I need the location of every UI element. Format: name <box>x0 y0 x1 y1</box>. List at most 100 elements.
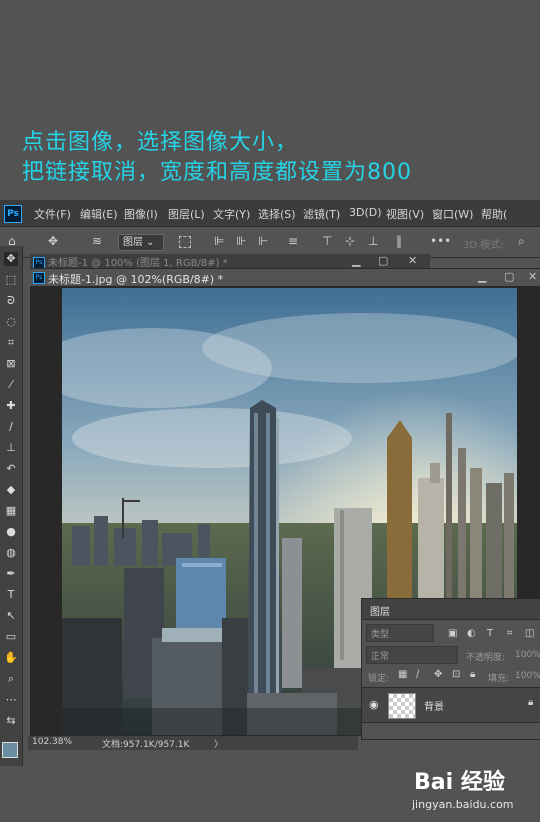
more-icon[interactable]: ••• <box>430 234 451 248</box>
minimize-icon[interactable]: ▁ <box>478 270 486 283</box>
type-tool-icon[interactable]: T <box>4 588 18 602</box>
healing-brush-tool-icon[interactable]: ✚ <box>4 399 18 413</box>
caption-line-2: 把链接取消，宽度和高度都设置为800 <box>22 160 412 185</box>
lock-image-icon[interactable]: ∕ <box>416 669 419 680</box>
visibility-eye-icon[interactable]: ◉ <box>369 698 379 711</box>
fill-label: 填充: <box>488 674 510 684</box>
distribute-icon[interactable]: ≡ <box>288 234 298 248</box>
align-center-icon[interactable]: ⊪ <box>236 234 246 248</box>
edit-toolbar-icon[interactable]: ⋯ <box>4 693 18 707</box>
brush-tool-icon[interactable]: ∕ <box>4 420 18 434</box>
lock-artboard-icon[interactable]: ⊡ <box>452 669 460 680</box>
search-icon[interactable]: ⌕ <box>518 234 525 249</box>
menu-window[interactable]: 窗口(W) <box>432 206 473 222</box>
move-icon[interactable]: ✥ <box>48 234 58 248</box>
quick-select-tool-icon[interactable]: ◌ <box>4 315 18 329</box>
blend-mode-value: 正常 <box>371 652 390 662</box>
menu-type[interactable]: 文字(Y) <box>213 206 250 222</box>
image-filter-icon[interactable]: ▣ <box>448 628 457 639</box>
opacity-label: 不透明度: <box>466 653 506 663</box>
clone-stamp-tool-icon[interactable]: ⊥ <box>4 441 18 455</box>
tools-panel: ✥ ⬚ ᘐ ◌ ⌗ ⊠ ⁄ ✚ ∕ ⊥ ↶ ◆ ▦ ● ◍ ✒ T ↖ ▭ ✋ … <box>0 246 23 766</box>
baidu-jingyan-watermark: Bai 经验 jingyan.baidu.com <box>412 764 530 816</box>
type-filter-icon[interactable]: T <box>487 628 493 639</box>
lock-transparent-icon[interactable]: ▦ <box>398 669 407 680</box>
maximize-icon[interactable]: ▢ <box>378 254 388 267</box>
layer-stack-icon: ≋ <box>92 234 103 248</box>
swap-colors-icon[interactable]: ⇆ <box>4 714 18 728</box>
blur-tool-icon[interactable]: ● <box>4 525 18 539</box>
menu-edit[interactable]: 编辑(E) <box>80 206 118 222</box>
adjustment-filter-icon[interactable]: ◐ <box>467 628 476 639</box>
status-arrow-icon[interactable]: 〉 <box>214 737 223 750</box>
tab-untitled-1-jpg[interactable]: Ps 未标题-1.jpg @ 102%(RGB/8#) * ▁ ▢ ✕ <box>30 268 540 287</box>
align-middle-icon[interactable]: ⊹ <box>345 234 355 248</box>
doc-ps-icon: Ps <box>33 272 45 284</box>
shape-filter-icon[interactable]: ⌗ <box>507 628 513 639</box>
distribute-vertical-icon[interactable]: ‖ <box>396 234 402 248</box>
app-logo: Ps <box>4 205 22 223</box>
3d-mode-label: 3D 模式: <box>463 240 504 251</box>
layer-name: 背景 <box>424 702 444 713</box>
align-right-icon[interactable]: ⊩ <box>258 234 268 248</box>
marquee-tool-icon[interactable]: ⬚ <box>4 273 18 287</box>
zoom-readout[interactable]: 102.38% <box>32 737 72 747</box>
move-tool-icon[interactable]: ✥ <box>4 252 18 266</box>
align-bottom-icon[interactable]: ⊥ <box>368 234 378 248</box>
lock-position-icon[interactable]: ✥ <box>434 669 442 680</box>
layers-panel: 图层 类型 ▣ ◐ T ⌗ ◫ 正常 不透明度: 100% 锁定: ▦ ∕ ✥ … <box>361 598 540 740</box>
watermark-logo: Bai 经验 <box>414 770 505 795</box>
caption: 点击图像，选择图像大小， 把链接取消，宽度和高度都设置为800 <box>22 128 412 188</box>
menu-3d[interactable]: 3D(D) <box>349 206 382 219</box>
status-bar: 102.38% 文档:957.1K/957.1K 〉 <box>28 736 358 750</box>
menu-filter[interactable]: 滤镜(T) <box>303 206 340 222</box>
zoom-tool-icon[interactable]: ⌕ <box>4 672 18 686</box>
frame-tool-icon[interactable]: ⊠ <box>4 357 18 371</box>
fill-value[interactable]: 100% <box>515 671 540 681</box>
close-icon[interactable]: ✕ <box>528 270 537 283</box>
dodge-tool-icon[interactable]: ◍ <box>4 546 18 560</box>
document-size: 文档:957.1K/957.1K <box>102 740 190 750</box>
opacity-value[interactable]: 100% <box>515 650 540 660</box>
lasso-tool-icon[interactable]: ᘐ <box>4 294 18 308</box>
menu-view[interactable]: 视图(V) <box>386 206 424 222</box>
layers-panel-header: 图层 <box>362 599 540 620</box>
eraser-tool-icon[interactable]: ◆ <box>4 483 18 497</box>
foreground-color-swatch[interactable] <box>2 742 18 758</box>
tab-title: 未标题-1 @ 100% (图层 1, RGB/8#) * <box>48 258 228 269</box>
layers-tab[interactable]: 图层 <box>370 603 390 618</box>
menu-image[interactable]: 图像(I) <box>124 206 158 222</box>
auto-select-dropdown[interactable]: 图层 ⌄ <box>118 234 164 251</box>
gradient-tool-icon[interactable]: ▦ <box>4 504 18 518</box>
minimize-icon[interactable]: ▁ <box>352 254 360 267</box>
layer-thumbnail <box>388 693 416 719</box>
maximize-icon[interactable]: ▢ <box>504 270 514 283</box>
lock-all-icon[interactable]: 🔒︎ <box>470 669 475 680</box>
menu-help[interactable]: 帮助( <box>481 206 507 222</box>
smart-object-filter-icon[interactable]: ◫ <box>525 628 534 639</box>
kind-filter-value: 类型 <box>371 630 390 640</box>
transform-controls-icon[interactable] <box>179 236 191 248</box>
path-select-tool-icon[interactable]: ↖ <box>4 609 18 623</box>
menu-bar: Ps 文件(F) 编辑(E) 图像(I) 图层(L) 文字(Y) 选择(S) 滤… <box>0 200 540 226</box>
kind-filter[interactable]: 类型 <box>366 624 434 642</box>
caption-line-1: 点击图像，选择图像大小， <box>22 130 299 155</box>
eyedropper-tool-icon[interactable]: ⁄ <box>4 378 18 392</box>
menu-layer[interactable]: 图层(L) <box>168 206 205 222</box>
tab-untitled-1[interactable]: Ps 未标题-1 @ 100% (图层 1, RGB/8#) * ▁ ▢ ✕ <box>30 254 430 269</box>
blend-mode-select[interactable]: 正常 <box>366 646 458 664</box>
rectangle-tool-icon[interactable]: ▭ <box>4 630 18 644</box>
align-top-icon[interactable]: ⊤ <box>322 234 332 248</box>
close-icon[interactable]: ✕ <box>408 254 417 267</box>
menu-file[interactable]: 文件(F) <box>34 206 71 222</box>
layer-lock-icon: 🔒︎ <box>528 697 534 708</box>
pen-tool-icon[interactable]: ✒ <box>4 567 18 581</box>
crop-tool-icon[interactable]: ⌗ <box>4 336 18 350</box>
menu-select[interactable]: 选择(S) <box>258 206 296 222</box>
auto-select-value: 图层 <box>123 237 143 248</box>
history-brush-tool-icon[interactable]: ↶ <box>4 462 18 476</box>
layer-row-background[interactable]: ◉ 背景 🔒︎ <box>362 687 540 723</box>
tab-title: 未标题-1.jpg @ 102%(RGB/8#) * <box>48 273 224 286</box>
align-left-icon[interactable]: ⊫ <box>214 234 224 248</box>
hand-tool-icon[interactable]: ✋ <box>4 651 18 665</box>
